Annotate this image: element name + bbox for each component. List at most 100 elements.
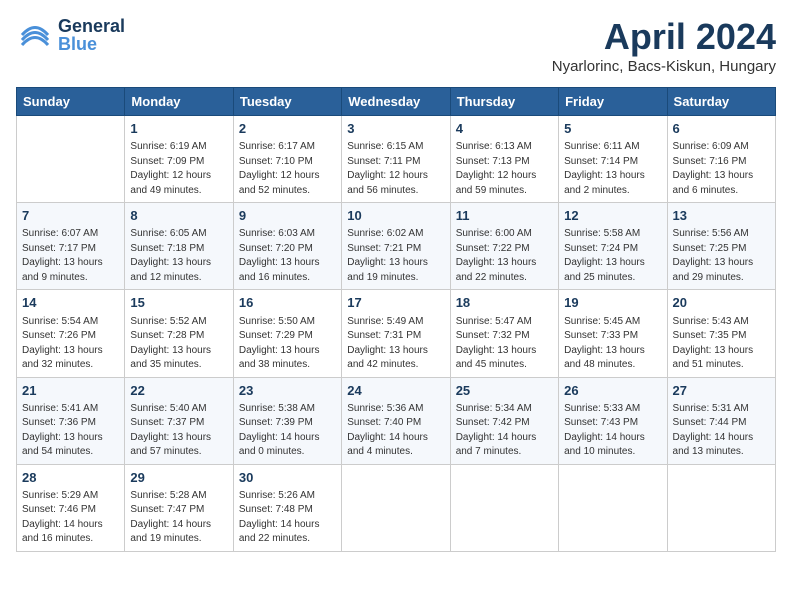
cell-content: Sunrise: 5:38 AMSunset: 7:39 PMDaylight:…	[239, 402, 336, 460]
day-number: 8	[130, 207, 227, 225]
calendar-cell: 24Sunrise: 5:36 AMSunset: 7:40 PMDayligh…	[342, 377, 450, 464]
day-number: 5	[564, 120, 661, 138]
cell-content: Sunrise: 5:52 AMSunset: 7:28 PMDaylight:…	[130, 315, 227, 373]
cell-content: Sunrise: 5:36 AMSunset: 7:40 PMDaylight:…	[347, 402, 444, 460]
cell-content: Sunrise: 5:56 AMSunset: 7:25 PMDaylight:…	[673, 227, 770, 285]
calendar-header-row: SundayMondayTuesdayWednesdayThursdayFrid…	[17, 88, 776, 116]
cell-content: Sunrise: 5:29 AMSunset: 7:46 PMDaylight:…	[22, 489, 119, 547]
cell-content: Sunrise: 5:43 AMSunset: 7:35 PMDaylight:…	[673, 315, 770, 373]
calendar-cell	[559, 464, 667, 551]
calendar-week-row: 1 Sunrise: 6:19 AMSunset: 7:09 PMDaylight…	[17, 116, 776, 203]
calendar-cell: 16 Sunrise: 5:50 AMSunset: 7:29 PMDayligh…	[233, 290, 341, 377]
day-number: 6	[673, 120, 770, 138]
day-number: 23	[239, 382, 336, 400]
day-number: 14	[22, 294, 119, 312]
cell-content: Sunrise: 5:49 AMSunset: 7:31 PMDaylight:…	[347, 315, 444, 373]
day-header-saturday: Saturday	[667, 88, 775, 116]
cell-content: Sunrise: 6:09 AMSunset: 7:16 PMDaylight:…	[673, 140, 770, 198]
cell-content: Sunrise: 6:19 AMSunset: 7:09 PMDaylight:…	[130, 140, 227, 198]
logo-blue-text: Blue	[58, 35, 125, 53]
cell-content: Sunrise: 5:45 AMSunset: 7:33 PMDaylight:…	[564, 315, 661, 373]
day-header-friday: Friday	[559, 88, 667, 116]
location: Nyarlorinc, Bacs-Kiskun, Hungary	[552, 58, 776, 75]
day-number: 28	[22, 469, 119, 487]
cell-content: Sunrise: 6:17 AMSunset: 7:10 PMDaylight:…	[239, 140, 336, 198]
cell-content: Sunrise: 6:05 AMSunset: 7:18 PMDaylight:…	[130, 227, 227, 285]
day-number: 27	[673, 382, 770, 400]
calendar-cell: 27Sunrise: 5:31 AMSunset: 7:44 PMDayligh…	[667, 377, 775, 464]
calendar-cell: 18Sunrise: 5:47 AMSunset: 7:32 PMDayligh…	[450, 290, 558, 377]
day-number: 20	[673, 294, 770, 312]
day-number: 13	[673, 207, 770, 225]
page-header: General Blue April 2024 Nyarlorinc, Bacs…	[16, 16, 776, 75]
calendar-cell	[450, 464, 558, 551]
title-block: April 2024 Nyarlorinc, Bacs-Kiskun, Hung…	[552, 16, 776, 75]
calendar-week-row: 28 Sunrise: 5:29 AMSunset: 7:46 PMDayligh…	[17, 464, 776, 551]
calendar-cell: 25Sunrise: 5:34 AMSunset: 7:42 PMDayligh…	[450, 377, 558, 464]
calendar-cell: 9 Sunrise: 6:03 AMSunset: 7:20 PMDaylight…	[233, 203, 341, 290]
day-number: 18	[456, 294, 553, 312]
calendar-week-row: 21 Sunrise: 5:41 AMSunset: 7:36 PMDayligh…	[17, 377, 776, 464]
calendar-cell: 23 Sunrise: 5:38 AMSunset: 7:39 PMDayligh…	[233, 377, 341, 464]
day-number: 15	[130, 294, 227, 312]
cell-content: Sunrise: 5:34 AMSunset: 7:42 PMDaylight:…	[456, 402, 553, 460]
day-number: 11	[456, 207, 553, 225]
day-number: 10	[347, 207, 444, 225]
calendar-week-row: 7Sunrise: 6:07 AMSunset: 7:17 PMDaylight…	[17, 203, 776, 290]
calendar-cell: 13 Sunrise: 5:56 AMSunset: 7:25 PMDayligh…	[667, 203, 775, 290]
cell-content: Sunrise: 5:54 AMSunset: 7:26 PMDaylight:…	[22, 315, 119, 373]
day-number: 17	[347, 294, 444, 312]
calendar-cell: 1 Sunrise: 6:19 AMSunset: 7:09 PMDaylight…	[125, 116, 233, 203]
calendar-cell: 4Sunrise: 6:13 AMSunset: 7:13 PMDaylight…	[450, 116, 558, 203]
day-number: 7	[22, 207, 119, 225]
logo-icon	[16, 16, 54, 54]
cell-content: Sunrise: 6:13 AMSunset: 7:13 PMDaylight:…	[456, 140, 553, 198]
cell-content: Sunrise: 6:02 AMSunset: 7:21 PMDaylight:…	[347, 227, 444, 285]
calendar-cell: 17 Sunrise: 5:49 AMSunset: 7:31 PMDayligh…	[342, 290, 450, 377]
calendar-cell: 19 Sunrise: 5:45 AMSunset: 7:33 PMDayligh…	[559, 290, 667, 377]
day-number: 22	[130, 382, 227, 400]
logo: General Blue	[16, 16, 125, 54]
calendar-cell: 20 Sunrise: 5:43 AMSunset: 7:35 PMDayligh…	[667, 290, 775, 377]
logo-general-text: General	[58, 17, 125, 35]
day-number: 2	[239, 120, 336, 138]
day-number: 1	[130, 120, 227, 138]
day-header-thursday: Thursday	[450, 88, 558, 116]
calendar-cell: 6 Sunrise: 6:09 AMSunset: 7:16 PMDaylight…	[667, 116, 775, 203]
cell-content: Sunrise: 5:33 AMSunset: 7:43 PMDaylight:…	[564, 402, 661, 460]
day-header-tuesday: Tuesday	[233, 88, 341, 116]
cell-content: Sunrise: 6:15 AMSunset: 7:11 PMDaylight:…	[347, 140, 444, 198]
day-number: 21	[22, 382, 119, 400]
calendar-cell	[342, 464, 450, 551]
day-number: 12	[564, 207, 661, 225]
calendar-cell: 30Sunrise: 5:26 AMSunset: 7:48 PMDayligh…	[233, 464, 341, 551]
calendar-cell: 7Sunrise: 6:07 AMSunset: 7:17 PMDaylight…	[17, 203, 125, 290]
day-number: 19	[564, 294, 661, 312]
calendar-cell: 28 Sunrise: 5:29 AMSunset: 7:46 PMDayligh…	[17, 464, 125, 551]
month-title: April 2024	[552, 16, 776, 58]
day-number: 16	[239, 294, 336, 312]
day-number: 29	[130, 469, 227, 487]
day-header-wednesday: Wednesday	[342, 88, 450, 116]
day-number: 26	[564, 382, 661, 400]
cell-content: Sunrise: 6:03 AMSunset: 7:20 PMDaylight:…	[239, 227, 336, 285]
calendar-cell: 3 Sunrise: 6:15 AMSunset: 7:11 PMDaylight…	[342, 116, 450, 203]
cell-content: Sunrise: 5:50 AMSunset: 7:29 PMDaylight:…	[239, 315, 336, 373]
cell-content: Sunrise: 5:40 AMSunset: 7:37 PMDaylight:…	[130, 402, 227, 460]
calendar-cell: 15 Sunrise: 5:52 AMSunset: 7:28 PMDayligh…	[125, 290, 233, 377]
cell-content: Sunrise: 5:26 AMSunset: 7:48 PMDaylight:…	[239, 489, 336, 547]
cell-content: Sunrise: 5:41 AMSunset: 7:36 PMDaylight:…	[22, 402, 119, 460]
calendar-cell: 8 Sunrise: 6:05 AMSunset: 7:18 PMDaylight…	[125, 203, 233, 290]
day-number: 3	[347, 120, 444, 138]
day-number: 9	[239, 207, 336, 225]
calendar-cell: 22 Sunrise: 5:40 AMSunset: 7:37 PMDayligh…	[125, 377, 233, 464]
calendar-cell: 29 Sunrise: 5:28 AMSunset: 7:47 PMDayligh…	[125, 464, 233, 551]
calendar-cell: 5 Sunrise: 6:11 AMSunset: 7:14 PMDaylight…	[559, 116, 667, 203]
cell-content: Sunrise: 5:28 AMSunset: 7:47 PMDaylight:…	[130, 489, 227, 547]
calendar-cell: 21 Sunrise: 5:41 AMSunset: 7:36 PMDayligh…	[17, 377, 125, 464]
calendar-cell: 12Sunrise: 5:58 AMSunset: 7:24 PMDayligh…	[559, 203, 667, 290]
day-header-sunday: Sunday	[17, 88, 125, 116]
day-header-monday: Monday	[125, 88, 233, 116]
cell-content: Sunrise: 6:11 AMSunset: 7:14 PMDaylight:…	[564, 140, 661, 198]
calendar-week-row: 14 Sunrise: 5:54 AMSunset: 7:26 PMDayligh…	[17, 290, 776, 377]
